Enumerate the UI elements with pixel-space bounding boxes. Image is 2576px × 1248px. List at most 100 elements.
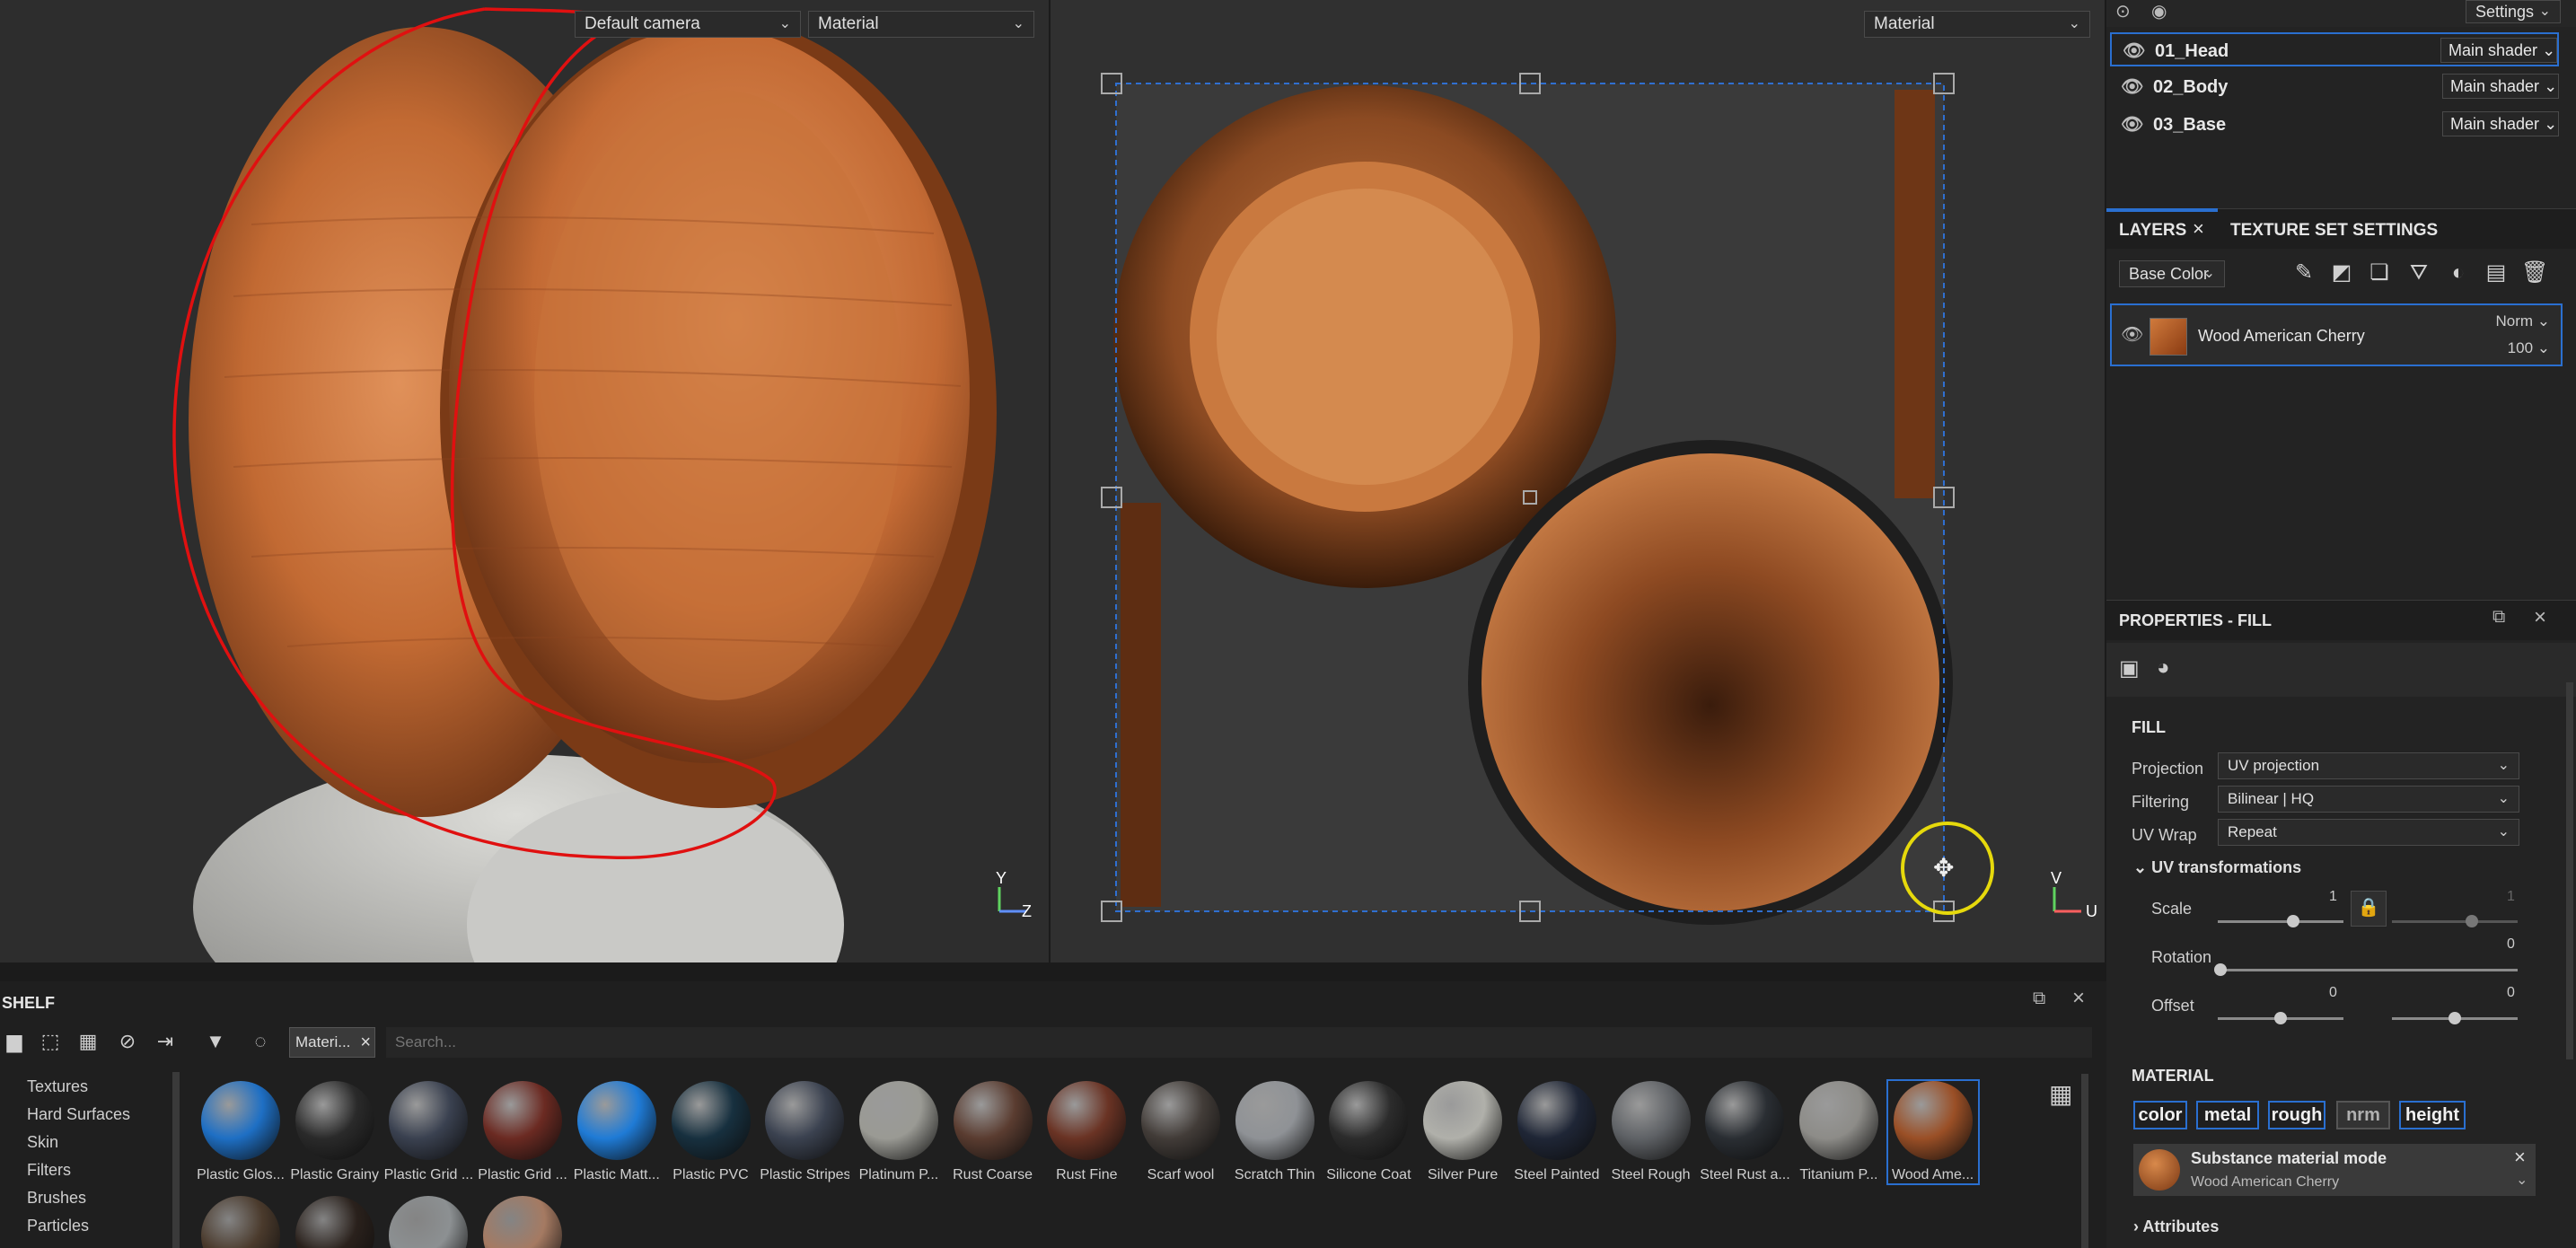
material-thumbnail-item[interactable]: Steel Rough xyxy=(1606,1081,1696,1183)
category-particles[interactable]: Particles xyxy=(27,1217,89,1235)
shelf-search-input[interactable] xyxy=(386,1027,2092,1058)
material-thumbnail-item[interactable]: Wood Ame... xyxy=(1886,1079,1980,1185)
category-brushes[interactable]: Brushes xyxy=(27,1189,86,1208)
layer-opacity[interactable]: 100 ⌄ xyxy=(2508,339,2550,357)
visibility-eye-icon[interactable]: 👁 xyxy=(2121,70,2143,104)
tab-layers[interactable]: LAYERS xyxy=(2119,221,2186,241)
delete-layer-icon[interactable]: 🗑 xyxy=(2521,260,2548,286)
new-shelf-icon[interactable]: ⬚ xyxy=(38,1029,63,1054)
camera-select[interactable]: Default camera ⌄ xyxy=(575,11,801,38)
material-thumbnail-item[interactable]: Plastic Stripes xyxy=(760,1081,849,1183)
add-fill-layer-icon[interactable]: ⛛ xyxy=(2406,260,2431,286)
material-thumbnail-item[interactable]: Silicone Coat xyxy=(1323,1081,1413,1183)
grid-icon[interactable]: ▦ xyxy=(75,1029,101,1054)
transform-handle-tr[interactable] xyxy=(1933,73,1955,94)
material-thumbnail-item[interactable]: Steel Painted xyxy=(1512,1081,1602,1183)
transform-handle-t[interactable] xyxy=(1519,73,1541,94)
material-thumbnail-item[interactable]: Platinum P... xyxy=(854,1081,944,1183)
material-thumbnail-item[interactable]: Titanium P... xyxy=(1794,1081,1884,1183)
2d-channel-select[interactable]: Material ⌄ xyxy=(1864,11,2090,38)
material-ball-icon[interactable]: ◕ xyxy=(2157,655,2170,681)
material-thumbnail-item[interactable]: Plastic Grid ... xyxy=(383,1081,473,1183)
filter-icon[interactable]: ▼ xyxy=(203,1029,228,1054)
texture-set-row[interactable]: 👁 02_Body Main shader ⌄ xyxy=(2110,70,2559,104)
rotation-slider[interactable] xyxy=(2218,969,2518,971)
channel-select[interactable]: Base Color ⌄ xyxy=(2119,260,2225,287)
projection-select[interactable]: UV projection ⌄ xyxy=(2218,752,2519,779)
material-thumbnail-item[interactable] xyxy=(478,1196,567,1248)
shelf-scrollbar[interactable] xyxy=(2081,1074,2088,1248)
eye-icon[interactable]: ◉ xyxy=(2151,0,2167,22)
material-thumbnail-item[interactable]: Rust Fine xyxy=(1042,1081,1131,1183)
shader-select[interactable]: Main shader ⌄ xyxy=(2440,38,2557,63)
material-thumbnail-item[interactable] xyxy=(290,1196,380,1248)
add-effect-icon[interactable]: ✎ xyxy=(2291,260,2317,286)
undock-icon[interactable]: ⧉ xyxy=(2033,989,2045,1009)
uvwrap-select[interactable]: Repeat ⌄ xyxy=(2218,819,2519,846)
material-thumbnail-item[interactable]: Steel Rust a... xyxy=(1700,1081,1789,1183)
transform-handle-b[interactable] xyxy=(1519,901,1541,922)
material-thumbnail-item[interactable]: Plastic Glos... xyxy=(196,1081,286,1183)
category-skin[interactable]: Skin xyxy=(27,1133,58,1152)
material-thumbnail-item[interactable]: Plastic Grid ... xyxy=(478,1081,567,1183)
tab-texture-set-settings[interactable]: TEXTURE SET SETTINGS xyxy=(2230,221,2438,241)
scale-slider[interactable] xyxy=(2218,920,2343,923)
settings-dropdown[interactable]: Settings ⌄ xyxy=(2466,0,2561,23)
texture-set-row[interactable]: 👁 03_Base Main shader ⌄ xyxy=(2110,108,2559,142)
fill-properties-icon[interactable]: ▣ xyxy=(2119,655,2140,681)
channel-toggle-rough[interactable]: rough xyxy=(2268,1101,2325,1129)
viewport-2d[interactable]: ✥ Material ⌄ V U xyxy=(1051,0,2105,962)
visibility-eye-icon[interactable]: 👁 xyxy=(2123,34,2145,68)
uv-transformations-toggle[interactable]: ⌄ UV transformations xyxy=(2133,858,2301,877)
material-mode-card[interactable]: Substance material mode Wood American Ch… xyxy=(2133,1144,2536,1196)
add-smart-material-icon[interactable]: ◐ xyxy=(2446,260,2471,286)
add-layer-icon[interactable]: ❏ xyxy=(2367,260,2392,286)
grid-view-icon[interactable]: ▦ xyxy=(2049,1079,2072,1109)
shader-select[interactable]: Main shader ⌄ xyxy=(2442,74,2559,99)
rotation-slider-knob[interactable] xyxy=(2214,963,2227,976)
material-thumbnail-item[interactable]: Plastic Grainy xyxy=(290,1081,380,1183)
transform-handle-l[interactable] xyxy=(1101,487,1122,508)
channel-toggle-color[interactable]: color xyxy=(2133,1101,2187,1129)
offset-slider-left-knob[interactable] xyxy=(2274,1012,2287,1024)
filtering-select[interactable]: Bilinear | HQ ⌄ xyxy=(2218,786,2519,813)
material-thumbnail-item[interactable]: Silver Pure xyxy=(1418,1081,1508,1183)
category-hard-surfaces[interactable]: Hard Surfaces xyxy=(27,1105,130,1124)
layer-row[interactable]: 👁 Wood American Cherry Norm ⌄ 100 ⌄ xyxy=(2110,303,2563,366)
material-thumbnail-item[interactable]: Rust Coarse xyxy=(948,1081,1038,1183)
material-thumbnail-item[interactable]: Scarf wool xyxy=(1136,1081,1226,1183)
lock-icon[interactable]: 🔒 xyxy=(2351,891,2387,927)
close-icon[interactable]: × xyxy=(2193,217,2204,241)
channel-toggle-nrm[interactable]: nrm xyxy=(2336,1101,2390,1129)
channel-toggle-height[interactable]: height xyxy=(2399,1101,2466,1129)
hide-icon[interactable]: ⊘ xyxy=(115,1029,140,1054)
category-filters[interactable]: Filters xyxy=(27,1161,71,1180)
add-mask-icon[interactable]: ◩ xyxy=(2329,260,2354,286)
layer-visibility-eye-icon[interactable]: 👁 xyxy=(2121,323,2143,346)
scale-slider-knob[interactable] xyxy=(2287,915,2299,927)
3d-channel-select[interactable]: Material ⌄ xyxy=(808,11,1034,38)
properties-scrollbar[interactable] xyxy=(2566,682,2573,1059)
transform-handle-bl[interactable] xyxy=(1101,901,1122,922)
material-thumbnail-item[interactable]: Scratch Thin xyxy=(1230,1081,1320,1183)
transform-handle-r[interactable] xyxy=(1933,487,1955,508)
offset-slider-right-knob[interactable] xyxy=(2449,1012,2461,1024)
remove-filter-icon[interactable]: × xyxy=(360,1028,371,1057)
link-icon[interactable]: ⊙ xyxy=(2115,0,2131,22)
close-properties-icon[interactable]: × xyxy=(2534,605,2546,630)
filter-tag[interactable]: Materi... × xyxy=(289,1027,375,1058)
layer-blend-mode[interactable]: Norm ⌄ xyxy=(2495,312,2550,330)
material-thumbnail-item[interactable] xyxy=(196,1196,286,1248)
texture-set-row[interactable]: 👁 01_Head Main shader ⌄ xyxy=(2110,32,2559,66)
visibility-eye-icon[interactable]: 👁 xyxy=(2121,108,2143,142)
close-shelf-icon[interactable]: × xyxy=(2072,986,2085,1011)
import-icon[interactable]: ⇥ xyxy=(153,1029,178,1054)
category-textures[interactable]: Textures xyxy=(27,1077,88,1096)
transform-handle-center[interactable] xyxy=(1523,490,1537,505)
transform-handle-tl[interactable] xyxy=(1101,73,1122,94)
viewport-3d[interactable]: Default camera ⌄ Material ⌄ Y Z xyxy=(0,0,1049,962)
attributes-toggle[interactable]: › Attributes xyxy=(2133,1217,2219,1236)
undock-icon[interactable]: ⧉ xyxy=(2492,607,2505,628)
channel-toggle-metal[interactable]: metal xyxy=(2196,1101,2259,1129)
material-thumbnail-item[interactable]: Plastic PVC xyxy=(666,1081,756,1183)
